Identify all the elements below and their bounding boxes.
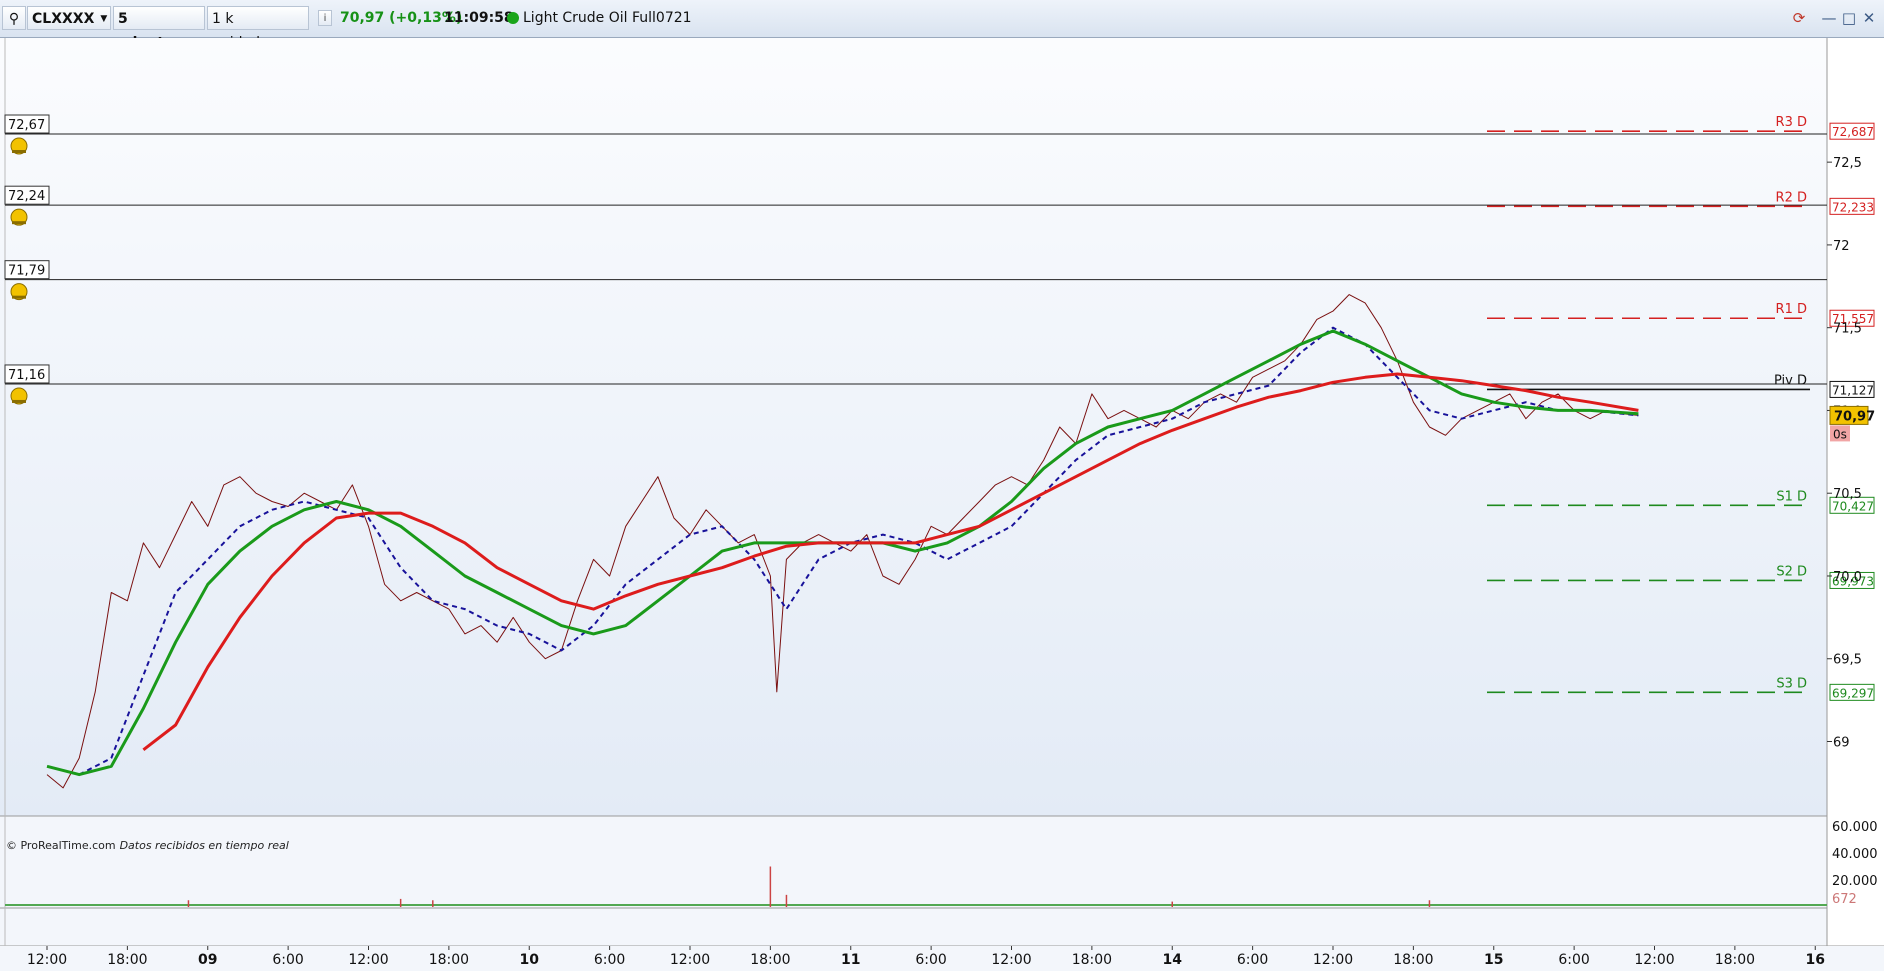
pivot-name: S1 D <box>1776 489 1807 504</box>
units-selector[interactable]: 1 k unidades▼ <box>207 6 309 51</box>
close-icon[interactable]: ✕ <box>1860 8 1878 28</box>
chart-area: 72,67 72,24 71,79 71,16 R3 D 72,687 R2 D 72,23… <box>0 38 1884 971</box>
y-tick-label: 70,5 <box>1833 487 1862 502</box>
timeframe-selector[interactable]: 5 minutos▼ <box>113 6 205 51</box>
current-price-label: 70,97 <box>1834 409 1875 424</box>
y-tick-label: 70,0 <box>1833 570 1862 585</box>
x-tick-label: 18:00 <box>1072 952 1112 968</box>
minimize-icon[interactable]: — <box>1820 8 1838 28</box>
x-tick-label: 12:00 <box>1313 952 1353 968</box>
y-tick-label: 69 <box>1833 736 1850 751</box>
pivot-name: R2 D <box>1776 190 1807 205</box>
x-tick-label: 09 <box>198 952 217 968</box>
volume-tick-label: 60.000 <box>1832 820 1878 835</box>
watermark-brand: © ProRealTime.com <box>6 839 116 852</box>
x-tick-label: 6:00 <box>915 952 946 968</box>
volume-current-label: 672 <box>1832 892 1857 907</box>
x-tick-label: 18:00 <box>1393 952 1433 968</box>
status-dot-icon <box>507 12 519 24</box>
x-tick-label: 12:00 <box>1634 952 1674 968</box>
refresh-icon[interactable]: ⟳ <box>1786 8 1812 28</box>
x-tick-label: 18:00 <box>429 952 469 968</box>
chevron-down-icon: ▼ <box>100 14 108 24</box>
alert-price-label: 72,24 <box>8 189 45 204</box>
bell-icon[interactable] <box>10 387 28 405</box>
alert-price-label: 71,16 <box>8 368 45 383</box>
instrument-name: Light Crude Oil Full0721 <box>523 10 692 26</box>
pivot-value: 71,127 <box>1832 383 1874 397</box>
x-tick-label: 12:00 <box>670 952 710 968</box>
volume-tick-label: 20.000 <box>1832 874 1878 889</box>
pivot-value: 69,297 <box>1832 686 1874 700</box>
x-tick-label: 12:00 <box>27 952 67 968</box>
maximize-icon[interactable]: □ <box>1840 8 1858 28</box>
pivot-value: 72,687 <box>1832 125 1874 139</box>
symbol-label: CLXXXX <box>32 11 95 27</box>
x-tick-label: 6:00 <box>1237 952 1268 968</box>
pivot-name: R1 D <box>1776 302 1807 317</box>
x-tick-label: 18:00 <box>750 952 790 968</box>
y-tick-label: 72,5 <box>1833 156 1862 171</box>
x-tick-label: 15 <box>1484 952 1503 968</box>
volume-tick-label: 40.000 <box>1832 847 1878 862</box>
x-tick-label: 12:00 <box>991 952 1031 968</box>
price-panel-bg <box>0 38 1827 816</box>
x-tick-label: 11 <box>841 952 860 968</box>
x-tick-label: 6:00 <box>594 952 625 968</box>
pivot-name: S2 D <box>1776 564 1807 579</box>
x-tick-label: 18:00 <box>1715 952 1755 968</box>
x-tick-label: 18:00 <box>107 952 147 968</box>
alert-price-label: 71,79 <box>8 264 45 279</box>
x-tick-label: 12:00 <box>348 952 388 968</box>
x-tick-label: 14 <box>1163 952 1183 968</box>
y-tick-label: 72 <box>1833 239 1850 254</box>
watermark: © ProRealTime.com Datos recibidos en tiem… <box>6 839 289 852</box>
x-tick-label: 6:00 <box>1558 952 1589 968</box>
pivot-value: 72,233 <box>1832 200 1874 214</box>
y-tick-label: 71,5 <box>1833 322 1862 337</box>
price-chart[interactable]: 72,67 72,24 71,79 71,16 R3 D 72,687 R2 D 72,23… <box>0 38 1884 971</box>
x-tick-label: 6:00 <box>272 952 303 968</box>
pivot-name: R3 D <box>1776 115 1807 130</box>
bell-icon[interactable] <box>10 137 28 155</box>
watermark-note: Datos recibidos en tiempo real <box>119 839 289 852</box>
link-icon[interactable]: ⚲ <box>2 6 26 30</box>
bell-icon[interactable] <box>10 283 28 301</box>
pivot-name: S3 D <box>1776 676 1807 691</box>
y-tick-label: 69,5 <box>1833 653 1862 668</box>
volume-panel-bg <box>0 816 1827 946</box>
countdown-label: 0s <box>1833 427 1847 441</box>
x-tick-label: 16 <box>1806 952 1825 968</box>
alert-price-label: 72,67 <box>8 118 45 133</box>
bell-icon[interactable] <box>10 208 28 226</box>
pivot-name: Piv D <box>1774 373 1807 388</box>
last-update-time: 11:09:58 <box>444 10 514 26</box>
chart-toolbar: ⚲ CLXXXX▼ 5 minutos▼ 1 k unidades▼ i 70,… <box>0 0 1884 51</box>
x-tick-label: 10 <box>520 952 540 968</box>
info-icon[interactable]: i <box>318 10 332 26</box>
symbol-selector[interactable]: CLXXXX ▼ <box>27 6 111 30</box>
